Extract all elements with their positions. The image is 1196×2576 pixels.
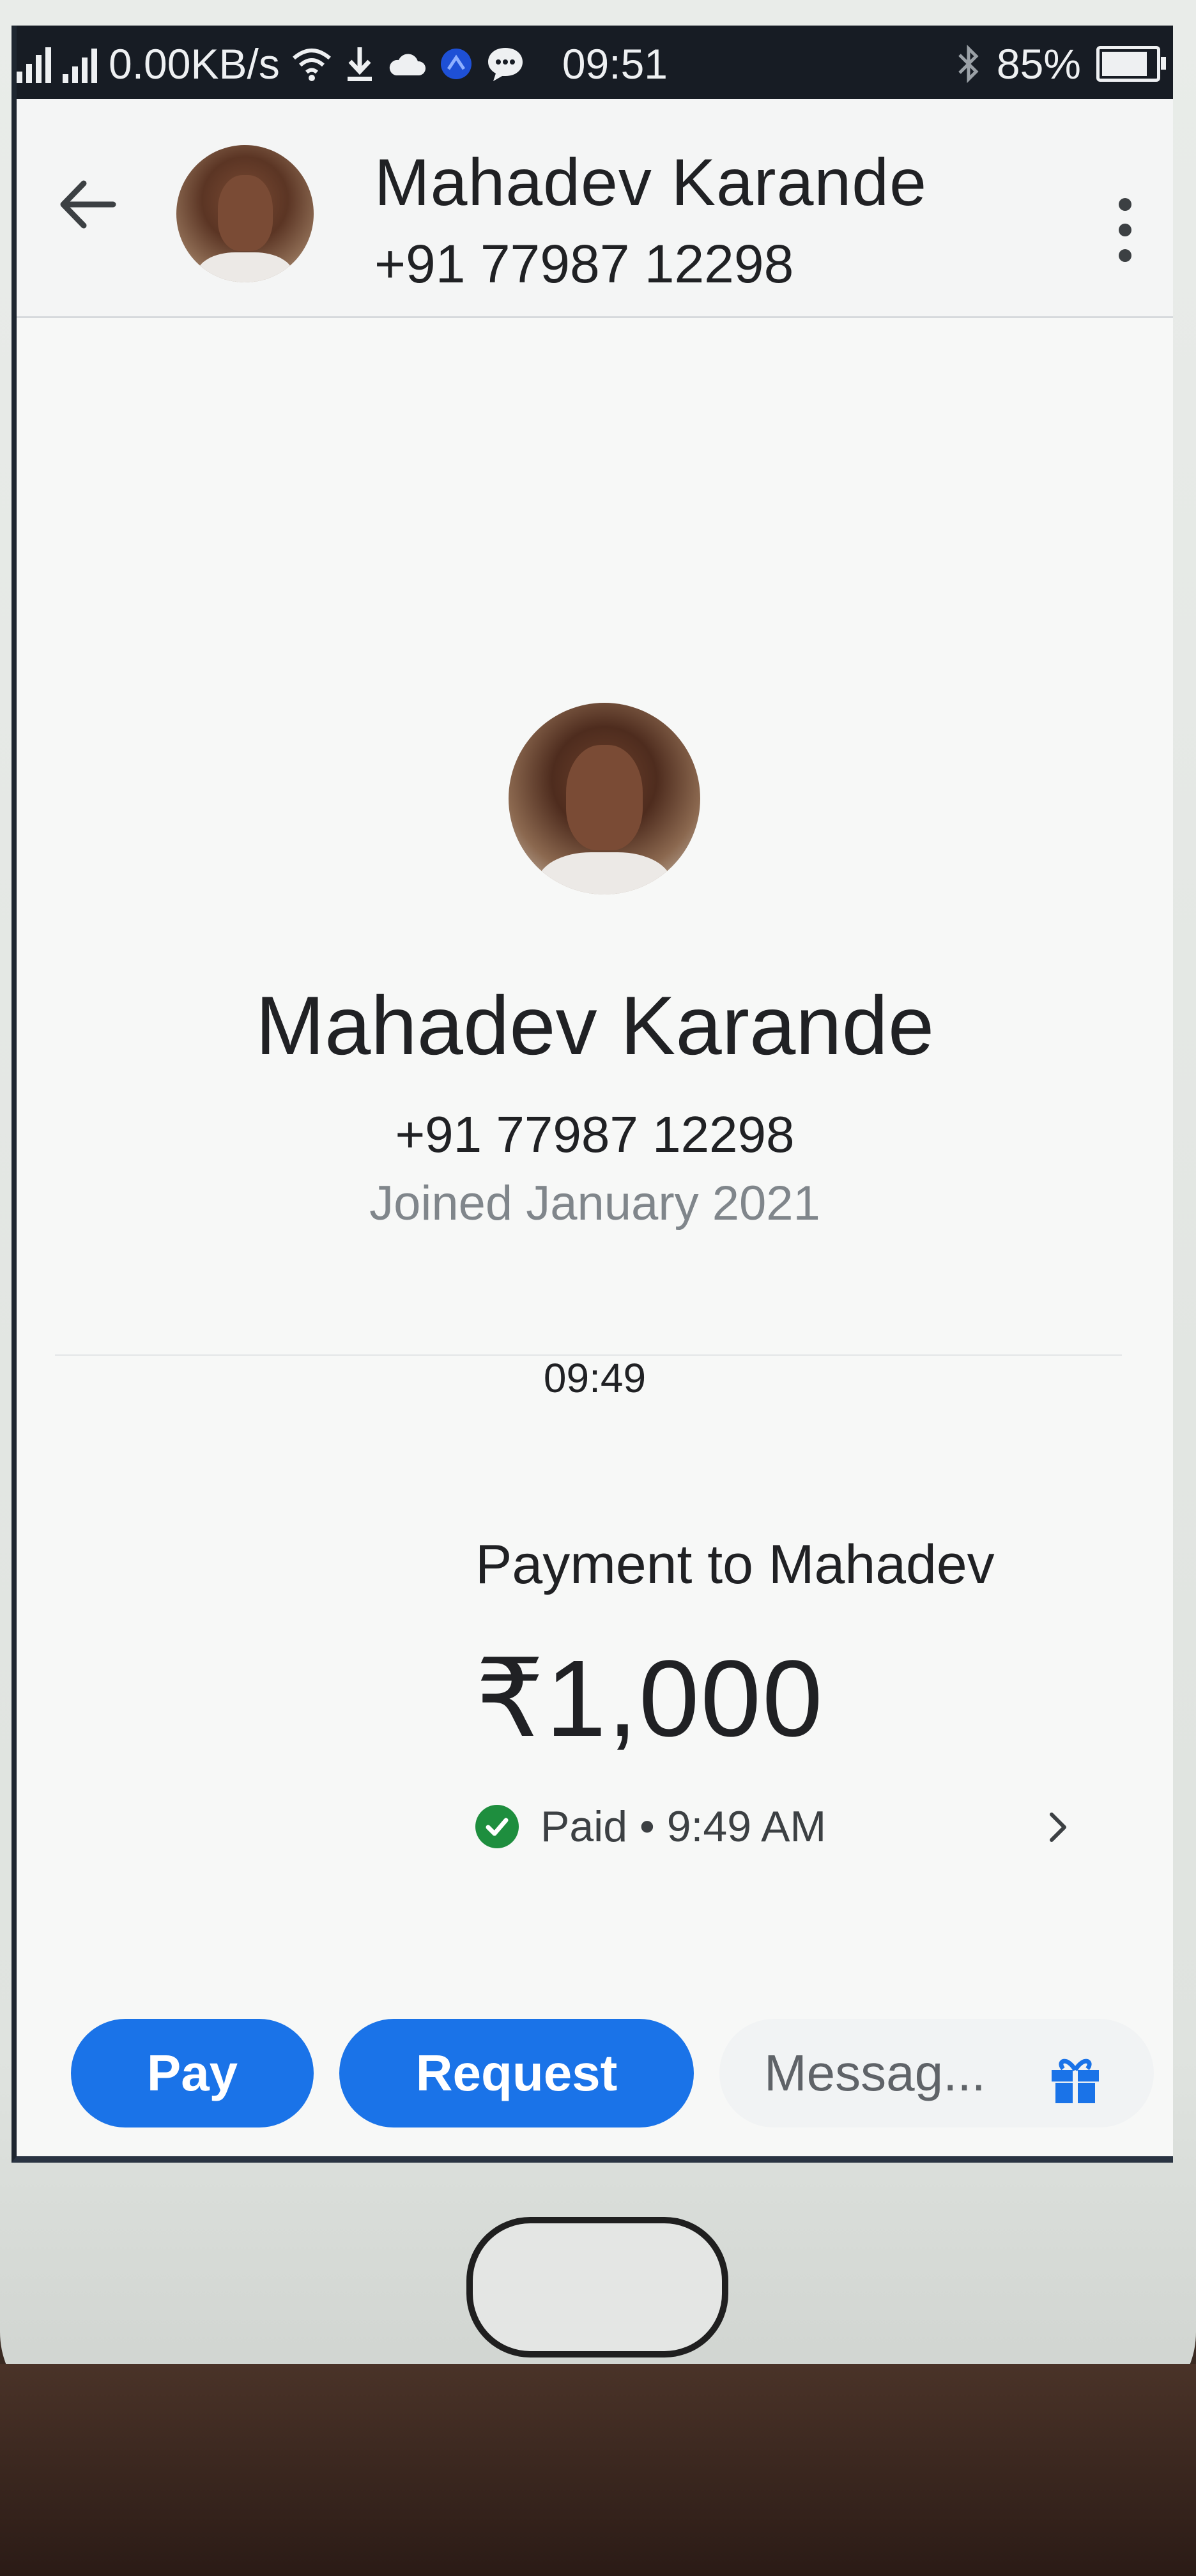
avatar-face <box>566 745 643 850</box>
profile-joined-date: Joined January 2021 <box>369 1176 820 1230</box>
payment-status: Paid • 9:49 AM <box>475 1802 826 1851</box>
payment-status-text: Paid • 9:49 AM <box>540 1802 827 1851</box>
app-icon <box>440 49 471 79</box>
message-placeholder: Messag... <box>764 2044 986 2101</box>
avatar-shirt <box>197 252 293 282</box>
profile-avatar <box>509 703 700 894</box>
bluetooth-icon <box>958 45 979 83</box>
payment-title: Payment to Mahadev <box>475 1534 995 1595</box>
background-surface <box>0 2364 1196 2576</box>
payment-amount: ₹1,000 <box>475 1638 824 1759</box>
avatar-shirt <box>537 852 671 894</box>
battery-icon <box>1096 46 1166 82</box>
bottom-action-bar: Pay Request Messag... <box>17 1987 1173 2134</box>
conversation-time: 09:49 <box>543 1355 647 1401</box>
cloud-icon <box>389 54 425 75</box>
battery-percent: 85% <box>996 40 1081 88</box>
download-icon <box>347 47 372 81</box>
back-arrow-icon[interactable] <box>52 169 122 240</box>
check-circle-icon <box>475 1805 519 1848</box>
request-button[interactable]: Request <box>339 2019 694 2128</box>
chat-icon <box>487 48 523 81</box>
more-options-icon[interactable] <box>1116 198 1135 262</box>
chat-header: Mahadev Karande +91 77987 12298 <box>17 99 1173 318</box>
contact-avatar[interactable] <box>176 145 314 282</box>
gift-icon[interactable] <box>1048 2051 1103 2106</box>
contact-name[interactable]: Mahadev Karande <box>374 145 927 221</box>
wifi-icon <box>292 49 331 81</box>
signal-icon <box>63 45 97 83</box>
phone-screen: 0.00KB/s 09:51 85% Mahadev Karande +91 7… <box>12 26 1173 2163</box>
profile-phone: +91 77987 12298 <box>395 1106 795 1163</box>
profile-name: Mahadev Karande <box>255 979 935 1072</box>
avatar-face <box>217 175 273 251</box>
chevron-right-icon[interactable] <box>1039 1808 1077 1846</box>
contact-phone: +91 77987 12298 <box>374 234 794 294</box>
network-speed: 0.00KB/s <box>109 40 280 88</box>
home-button[interactable] <box>466 2217 728 2358</box>
status-time: 09:51 <box>562 40 668 88</box>
message-input[interactable]: Messag... <box>719 2019 1154 2128</box>
pay-button[interactable]: Pay <box>71 2019 314 2128</box>
status-bar: 0.00KB/s 09:51 85% <box>17 26 1173 99</box>
signal-icon <box>17 45 51 83</box>
